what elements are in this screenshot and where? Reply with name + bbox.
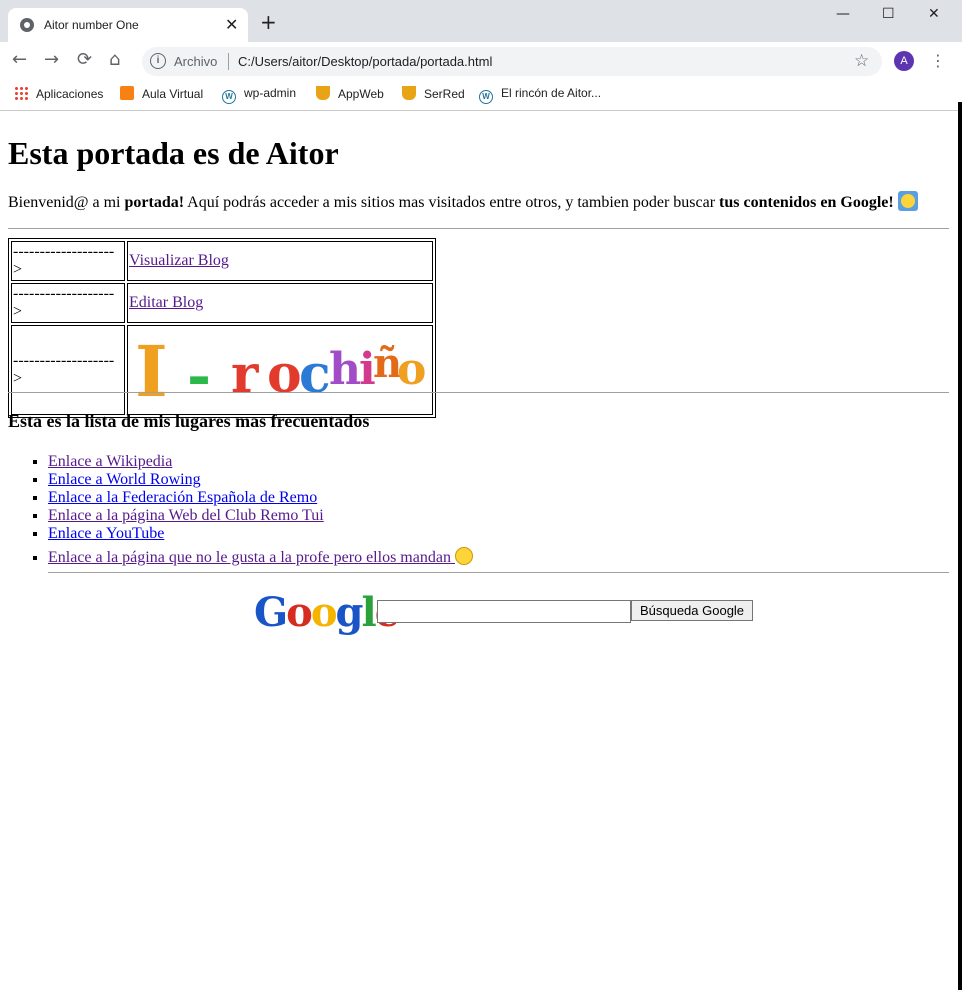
kebab-menu-icon[interactable]: ⋮ xyxy=(930,51,946,70)
intro-text: Bienvenid@ a mi xyxy=(8,194,125,211)
laughing-emoji-icon xyxy=(454,547,473,565)
google-letter: g xyxy=(335,589,364,636)
wordpress-icon: W xyxy=(479,90,493,104)
address-bar[interactable]: i Archivo C:/Users/aitor/Desktop/portada… xyxy=(142,47,882,76)
wordpress-icon: W xyxy=(222,90,236,104)
bookmark-serred[interactable]: SerRed xyxy=(402,86,465,101)
trophy-icon xyxy=(316,86,330,100)
logo-cell: I - r o c h i ñ o xyxy=(127,325,433,415)
list-heading: Esta es la lista de mis lugares mas frec… xyxy=(8,411,370,431)
federacion-remo-link[interactable]: Enlace a la Federación Española de Remo xyxy=(48,489,317,506)
bookmark-label: wp-admin xyxy=(244,86,297,100)
logo-letter: o xyxy=(397,344,427,395)
home-icon[interactable]: ⌂ xyxy=(109,51,120,69)
forward-icon[interactable]: → xyxy=(44,51,59,69)
globe-icon xyxy=(20,18,34,32)
blog-table: -------------------> Visualizar Blog ---… xyxy=(8,238,436,418)
apps-grid-icon xyxy=(14,86,28,100)
link-cell: Editar Blog xyxy=(127,283,433,323)
bookmarks-bar: Aplicaciones Aula Virtual Wwp-admin AppW… xyxy=(0,80,962,111)
table-row: -------------------> I - r o c h i ñ o xyxy=(11,325,433,415)
divider xyxy=(48,572,949,573)
bookmark-label: AppWeb xyxy=(338,87,384,101)
bookmark-label: Aula Virtual xyxy=(142,87,204,101)
logo-letter: I xyxy=(135,330,168,413)
google-letter: o xyxy=(286,589,313,636)
wikipedia-link[interactable]: Enlace a Wikipedia xyxy=(48,453,172,470)
logo-letter: h xyxy=(329,344,361,395)
world-rowing-link[interactable]: Enlace a World Rowing xyxy=(48,471,201,488)
bookmark-rincon-aitor[interactable]: W El rincón de Aitor... xyxy=(479,86,601,104)
logo-letter: c xyxy=(299,344,331,405)
list-item: Enlace a la Federación Española de Remo xyxy=(48,489,473,507)
arrow-cell: -------------------> xyxy=(11,325,125,415)
list-item: Enlace a YouTube xyxy=(48,525,473,543)
bookmark-label: Aplicaciones xyxy=(36,87,104,101)
google-letter: l xyxy=(361,589,377,636)
trophy-icon xyxy=(402,86,416,100)
page-content: Esta portada es de Aitor Bienvenid@ a mi… xyxy=(0,111,958,990)
browser-toolbar: ← → ⟳ ⌂ i Archivo C:/Users/aitor/Desktop… xyxy=(0,42,962,80)
reload-icon[interactable]: ⟳ xyxy=(77,51,92,69)
bookmark-appweb[interactable]: AppWeb xyxy=(316,86,384,101)
intro-text: Aquí podrás acceder a mis sitios mas vis… xyxy=(184,194,720,211)
profe-link[interactable]: Enlace a la página que no le gusta a la … xyxy=(48,547,473,566)
bookmark-star-icon[interactable]: ☆ xyxy=(854,51,869,71)
url-text[interactable]: C:/Users/aitor/Desktop/portada/portada.h… xyxy=(238,54,492,69)
browser-tab[interactable]: Aitor number One ✕ xyxy=(8,8,248,42)
info-icon[interactable]: i xyxy=(150,53,166,69)
bookmark-wp-admin[interactable]: Wwp-admin xyxy=(222,86,296,104)
logo-letter: r xyxy=(231,344,259,405)
maximize-icon[interactable]: ☐ xyxy=(882,6,895,22)
profe-link-text: Enlace a la página que no le gusta a la … xyxy=(48,549,451,566)
frequent-links-list: Enlace a Wikipedia Enlace a World Rowing… xyxy=(48,453,473,567)
logo-letter: - xyxy=(187,342,212,410)
editar-blog-link[interactable]: Editar Blog xyxy=(129,294,203,311)
profile-avatar[interactable]: A xyxy=(894,51,914,71)
grinning-emoji-icon xyxy=(897,191,918,211)
visualizar-blog-link[interactable]: Visualizar Blog xyxy=(129,252,229,269)
moodle-icon xyxy=(120,86,134,100)
irochino-logo[interactable]: I - r o c h i ñ o xyxy=(129,328,431,413)
link-cell: Visualizar Blog xyxy=(127,241,433,281)
youtube-link[interactable]: Enlace a YouTube xyxy=(48,525,164,542)
window-close-icon[interactable]: ✕ xyxy=(928,6,940,22)
intro-bold: tus contenidos en Google! xyxy=(719,194,894,211)
intro-paragraph: Bienvenid@ a mi portada! Aquí podrás acc… xyxy=(8,191,918,212)
close-tab-icon[interactable]: ✕ xyxy=(225,15,238,34)
list-item: Enlace a la página que no le gusta a la … xyxy=(48,547,473,567)
arrow-cell: -------------------> xyxy=(11,283,125,323)
divider xyxy=(8,392,949,393)
tab-title: Aitor number One xyxy=(44,18,139,32)
list-item: Enlace a World Rowing xyxy=(48,471,473,489)
google-letter: G xyxy=(254,589,288,636)
divider xyxy=(228,53,229,70)
bookmark-aula-virtual[interactable]: Aula Virtual xyxy=(120,86,203,101)
window-edge xyxy=(958,102,962,990)
page-title: Esta portada es de Aitor xyxy=(8,135,339,171)
table-row: -------------------> Editar Blog xyxy=(11,283,433,323)
back-icon[interactable]: ← xyxy=(12,51,27,69)
divider xyxy=(8,228,949,229)
club-remo-tui-link[interactable]: Enlace a la página Web del Club Remo Tui xyxy=(48,507,324,524)
minimize-icon[interactable]: — xyxy=(836,6,850,22)
bookmark-aplicaciones[interactable]: Aplicaciones xyxy=(14,86,103,101)
list-item: Enlace a la página Web del Club Remo Tui xyxy=(48,507,473,525)
tab-strip: Aitor number One ✕ + — ☐ ✕ xyxy=(0,0,962,42)
scheme-label: Archivo xyxy=(174,54,218,69)
search-input[interactable] xyxy=(377,600,631,623)
intro-bold: portada! xyxy=(124,194,185,211)
new-tab-button[interactable]: + xyxy=(260,12,277,32)
bookmark-label: El rincón de Aitor... xyxy=(501,86,602,100)
arrow-cell: -------------------> xyxy=(11,241,125,281)
google-search-button[interactable]: Búsqueda Google xyxy=(631,600,753,621)
google-letter: o xyxy=(310,589,338,636)
list-item: Enlace a Wikipedia xyxy=(48,453,473,471)
bookmark-label: SerRed xyxy=(424,87,465,101)
logo-letter: o xyxy=(267,344,302,405)
table-row: -------------------> Visualizar Blog xyxy=(11,241,433,281)
